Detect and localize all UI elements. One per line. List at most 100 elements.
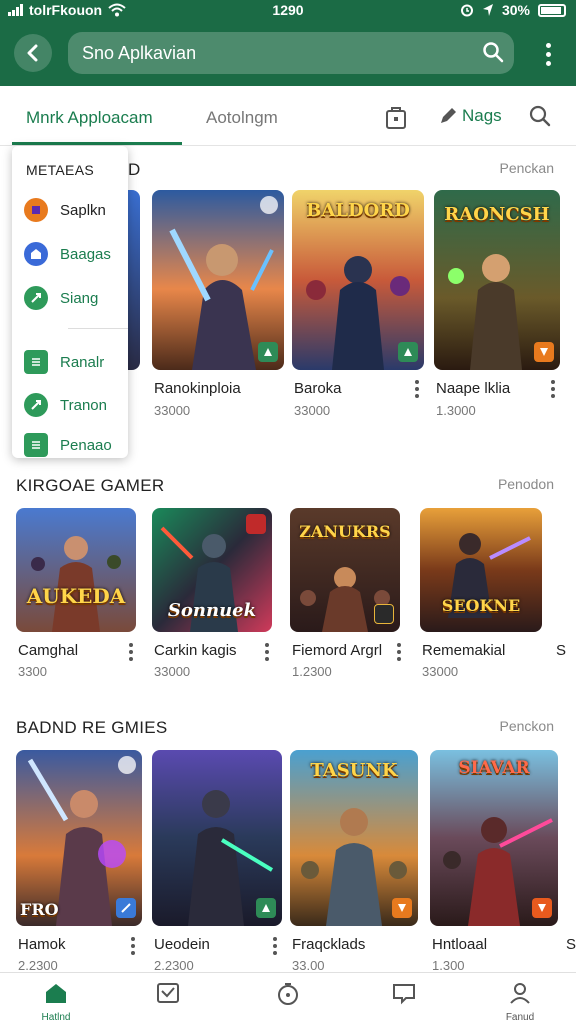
dropdown-divider <box>68 328 128 329</box>
nav-profile[interactable]: Fanud <box>480 981 560 1023</box>
game-thumbnail <box>152 750 282 926</box>
game-size: 1.3000 <box>436 403 476 418</box>
dropdown-item[interactable]: Ranalr <box>24 350 104 374</box>
tab-second[interactable]: Aotolngm <box>206 108 278 128</box>
game-card[interactable]: BALDORD Baroka 33000 <box>292 190 424 420</box>
more-options-icon[interactable] <box>130 937 136 955</box>
home-icon <box>46 984 66 1003</box>
store-badge-icon <box>392 898 412 918</box>
game-card[interactable]: RAONCSH Naape lklia 1.3000 <box>434 190 560 420</box>
dropdown-title: METAEAS <box>26 162 94 178</box>
search-input[interactable]: Sno Aplkavian <box>68 32 514 74</box>
game-name: Camghal <box>18 642 79 659</box>
nav-profile-label: Fanud <box>505 1012 535 1023</box>
tab-indicator <box>12 142 182 145</box>
game-size: 33000 <box>422 664 459 679</box>
status-bar: tolrFkouon 1290 30% <box>0 0 576 20</box>
badge-icon <box>260 196 278 214</box>
store-badge-icon <box>256 898 276 918</box>
game-size: 33.00 <box>292 958 325 973</box>
store-badge-icon <box>532 898 552 918</box>
more-options-icon[interactable] <box>396 643 402 661</box>
section-1-link[interactable]: Penckan <box>500 160 554 176</box>
timer-icon <box>278 983 298 1005</box>
tab-apps[interactable]: Mnrk Apploacam <box>26 108 153 128</box>
game-size: 33000 <box>294 403 331 418</box>
section-3-link[interactable]: Penckon <box>500 718 554 734</box>
game-name-cutoff: S <box>566 936 576 953</box>
game-logo: AUKEDA <box>26 584 126 608</box>
store-badge-icon <box>374 604 394 624</box>
store-badge-icon <box>534 342 554 362</box>
dropdown-item[interactable]: Penaao <box>24 433 112 457</box>
more-options-icon[interactable] <box>264 643 270 661</box>
game-thumbnail: Sonnuek <box>152 508 272 632</box>
more-options-icon[interactable] <box>414 380 420 398</box>
game-name: Carkin kagis <box>154 642 237 659</box>
game-card[interactable]: SEOKNE Rememakial 33000 <box>420 508 546 680</box>
tab-search-icon[interactable] <box>528 104 552 133</box>
status-right: 30% <box>460 2 566 18</box>
section-2-link[interactable]: Penodon <box>498 476 554 492</box>
section-3-title: BADND RE GMIES <box>16 718 168 737</box>
game-card[interactable]: FRO Hamok 2.2300 <box>16 750 142 973</box>
store-badge-icon <box>258 342 278 362</box>
section-1-title: D <box>128 160 141 179</box>
battery-icon <box>538 3 566 17</box>
search-text: Sno Aplkavian <box>82 43 197 63</box>
app-header: tolrFkouon 1290 30% Sno Aplkavian <box>0 0 576 86</box>
dropdown-item-label: Tranon <box>60 396 107 414</box>
game-logo: FRO <box>20 900 59 919</box>
tab-nags-label: Nags <box>462 106 502 125</box>
app-root: tolrFkouon 1290 30% Sno Aplkavian Mnrk A… <box>0 0 576 1024</box>
game-name: Ranokinploia <box>154 380 241 397</box>
dropdown-item[interactable]: Saplkn <box>24 198 106 222</box>
store-badge-icon <box>116 898 136 918</box>
game-size: 1.2300 <box>292 664 332 679</box>
game-size: 2.2300 <box>18 958 58 973</box>
game-name: Baroka <box>294 380 342 397</box>
more-options-icon[interactable] <box>128 643 134 661</box>
nav-chat[interactable] <box>364 981 444 1010</box>
nav-home[interactable]: Hatlnd <box>16 981 96 1023</box>
tab-nags[interactable]: Nags <box>438 106 502 126</box>
pencil-icon <box>441 108 456 123</box>
more-options-icon[interactable] <box>550 380 556 398</box>
dropdown-item[interactable]: Baagas <box>24 242 111 266</box>
game-card[interactable]: Sonnuek Carkin kagis 33000 <box>152 508 272 680</box>
category-dropdown: METAEAS Saplkn Baagas Siang Ranalr Trano… <box>12 146 128 458</box>
rocket-icon <box>24 393 48 417</box>
bag-icon[interactable] <box>384 104 408 135</box>
bottom-navigation: Hatlnd Fanud <box>0 972 576 1024</box>
game-thumbnail: ZANUKRS <box>290 508 400 632</box>
game-thumbnail: TASUNK <box>290 750 418 926</box>
store-badge-icon <box>398 342 418 362</box>
dropdown-item-label: Baagas <box>60 245 111 263</box>
game-name: Hamok <box>18 936 66 953</box>
game-name: Fraqcklads <box>292 936 366 953</box>
dropdown-item-label: Saplkn <box>60 201 106 219</box>
nav-charts[interactable] <box>128 981 208 1010</box>
more-options-icon[interactable] <box>272 937 278 955</box>
dropdown-item[interactable]: Siang <box>24 286 98 310</box>
game-thumbnail: FRO <box>16 750 142 926</box>
rocket-icon <box>24 286 48 310</box>
game-card[interactable]: ZANUKRS Fiemord Argrl 1.2300 <box>290 508 402 680</box>
game-card[interactable]: TASUNK Fraqcklads 33.00 <box>290 750 420 973</box>
section-2-title: KIRGOAE GAMER <box>16 476 165 495</box>
game-logo: BALDORD <box>306 200 410 221</box>
game-logo: Sonnuek <box>167 600 257 621</box>
nav-timer[interactable] <box>248 981 328 1012</box>
game-card[interactable]: Ueodein 2.2300 <box>152 750 282 973</box>
search-icon[interactable] <box>482 41 504 68</box>
game-card[interactable]: SIAVAR Hntloaal 1.300 <box>430 750 558 973</box>
game-logo: SIAVAR <box>458 758 530 778</box>
game-thumbnail: SIAVAR <box>430 750 558 926</box>
game-logo: ZANUKRS <box>299 522 391 541</box>
more-vert-icon[interactable] <box>536 36 560 72</box>
dropdown-item[interactable]: Tranon <box>24 393 107 417</box>
back-button[interactable] <box>14 34 52 72</box>
game-card[interactable]: AUKEDA Camghal 3300 <box>16 508 136 680</box>
list-icon <box>24 433 48 457</box>
game-card[interactable]: Ranokinploia 33000 <box>152 190 284 420</box>
